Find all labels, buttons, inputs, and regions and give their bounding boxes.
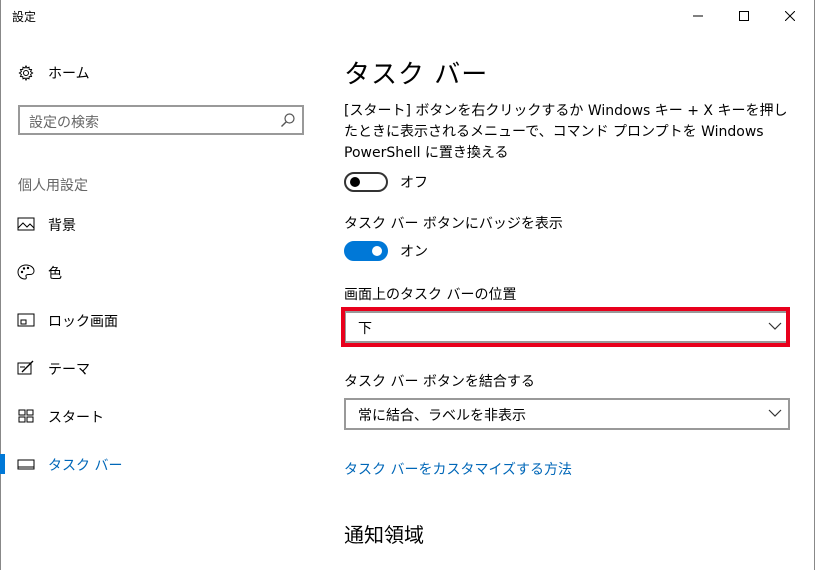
sidebar-item-theme[interactable]: テーマ xyxy=(0,348,320,388)
close-icon xyxy=(785,11,795,21)
taskbar-icon xyxy=(17,459,35,470)
picture-icon xyxy=(17,217,35,231)
badges-toggle[interactable] xyxy=(344,241,388,261)
powershell-toggle[interactable] xyxy=(344,172,388,192)
maximize-icon xyxy=(739,11,749,21)
search-box[interactable]: 設定の検索 xyxy=(18,105,304,135)
powershell-description: [スタート] ボタンを右クリックするか Windows キー + X キーを押し… xyxy=(344,103,788,161)
section-label: 個人用設定 xyxy=(18,178,88,194)
search-icon[interactable] xyxy=(280,112,296,128)
close-button[interactable] xyxy=(767,0,813,32)
sidebar-item-label: スタート xyxy=(48,410,104,426)
combine-dropdown[interactable]: 常に結合、ラベルを非表示 xyxy=(344,398,790,430)
page-title: タスク バー xyxy=(344,60,489,90)
window-title: 設定 xyxy=(12,10,37,24)
palette-icon xyxy=(17,264,35,280)
toggle-knob xyxy=(350,177,360,187)
combine-value: 常に結合、ラベルを非表示 xyxy=(358,408,526,424)
sidebar: ホーム 設定の検索 個人用設定 背景 色 ロック画面 テーマ スタート タスク … xyxy=(0,32,320,570)
sidebar-item-label: 背景 xyxy=(48,218,76,234)
search-placeholder: 設定の検索 xyxy=(29,115,99,131)
powershell-toggle-row[interactable]: オフ xyxy=(344,172,428,192)
sidebar-item-label: ロック画面 xyxy=(48,314,118,330)
badges-toggle-row[interactable]: オン xyxy=(344,241,428,261)
gear-icon xyxy=(18,65,34,81)
sidebar-item-label: 色 xyxy=(48,266,62,282)
customize-link[interactable]: タスク バーをカスタマイズする方法 xyxy=(344,459,572,479)
home-label: ホーム xyxy=(48,66,90,82)
sidebar-item-start[interactable]: スタート xyxy=(0,396,320,436)
badges-label: タスク バー ボタンにバッジを表示 xyxy=(344,216,563,232)
lock-screen-icon xyxy=(17,313,35,327)
maximize-button[interactable] xyxy=(721,0,767,32)
minimize-icon xyxy=(693,15,703,17)
active-indicator xyxy=(0,454,5,474)
combine-label: タスク バー ボタンを結合する xyxy=(344,374,535,390)
position-dropdown[interactable]: 下 xyxy=(344,311,790,343)
position-value: 下 xyxy=(358,321,372,337)
sidebar-item-color[interactable]: 色 xyxy=(0,252,320,292)
home-nav[interactable]: ホーム xyxy=(18,62,90,84)
position-label: 画面上のタスク バーの位置 xyxy=(344,287,517,303)
start-icon xyxy=(18,409,34,423)
sidebar-item-background[interactable]: 背景 xyxy=(0,204,320,244)
sidebar-item-taskbar[interactable]: タスク バー xyxy=(0,444,320,484)
sidebar-item-label: タスク バー xyxy=(48,458,123,474)
badges-toggle-label: オン xyxy=(400,244,428,260)
notification-section-title: 通知領域 xyxy=(344,523,424,547)
title-bar[interactable]: 設定 xyxy=(0,0,815,32)
sidebar-item-lock-screen[interactable]: ロック画面 xyxy=(0,300,320,340)
main-content: タスク バー [スタート] ボタンを右クリックするか Windows キー + … xyxy=(341,32,804,570)
minimize-button[interactable] xyxy=(675,0,721,32)
chevron-down-icon xyxy=(768,322,782,330)
sidebar-item-label: テーマ xyxy=(48,362,90,378)
chevron-down-icon xyxy=(768,409,782,417)
powershell-toggle-label: オフ xyxy=(400,175,428,191)
toggle-knob xyxy=(372,246,382,256)
theme-icon xyxy=(17,360,34,375)
